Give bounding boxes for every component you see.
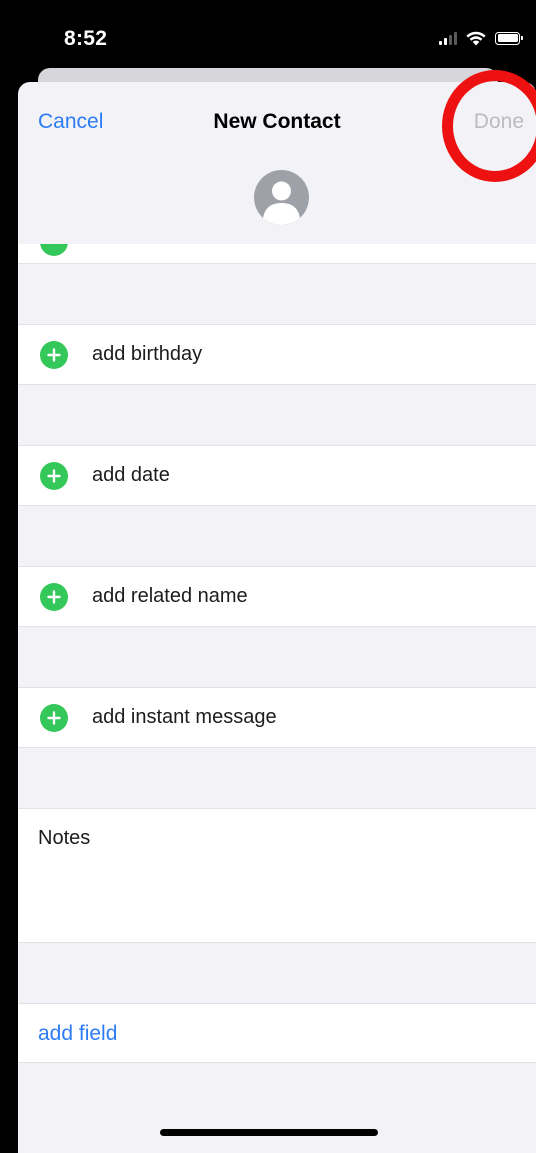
add-instant-message-row[interactable]: add instant message: [18, 687, 536, 748]
add-circle-icon[interactable]: [40, 462, 68, 490]
nav-bar: Cancel New Contact Done: [18, 82, 536, 162]
partial-field-row: [18, 244, 536, 264]
add-circle-icon: [40, 244, 68, 256]
add-birthday-row[interactable]: add birthday: [18, 324, 536, 385]
screen: 8:52 Cancel New Contact Done add birthda…: [0, 0, 536, 1153]
add-date-label: add date: [92, 464, 170, 486]
section-gap: [18, 506, 536, 566]
status-time: 8:52: [64, 27, 108, 50]
add-field-button[interactable]: add field: [38, 1022, 117, 1046]
section-gap: [18, 748, 536, 808]
status-bar: 8:52: [0, 0, 536, 70]
section-gap: [18, 943, 536, 1003]
section-gap: [18, 627, 536, 687]
new-contact-sheet: Cancel New Contact Done add birthday add…: [18, 82, 536, 1153]
home-indicator[interactable]: [160, 1129, 378, 1136]
add-date-row[interactable]: add date: [18, 445, 536, 506]
wifi-icon: [466, 31, 486, 46]
notes-label: Notes: [38, 827, 91, 849]
battery-fill: [497, 34, 518, 42]
section-gap: [18, 264, 536, 324]
person-silhouette-icon: [263, 181, 300, 225]
add-circle-icon[interactable]: [40, 704, 68, 732]
add-field-row[interactable]: add field: [18, 1003, 536, 1063]
contact-avatar[interactable]: [254, 170, 309, 225]
add-birthday-label: add birthday: [92, 343, 203, 365]
signal-icon: [439, 31, 457, 45]
contact-fields-list: add birthday add date add related name a…: [18, 244, 536, 1063]
section-gap: [18, 385, 536, 445]
done-button[interactable]: Done: [474, 110, 524, 134]
notes-field[interactable]: Notes: [18, 808, 536, 943]
status-icons: [439, 30, 523, 46]
add-instant-message-label: add instant message: [92, 706, 277, 728]
battery-icon: [495, 31, 523, 45]
add-circle-icon[interactable]: [40, 583, 68, 611]
add-related-name-label: add related name: [92, 585, 248, 607]
add-circle-icon[interactable]: [40, 341, 68, 369]
page-title: New Contact: [213, 110, 341, 133]
add-related-name-row[interactable]: add related name: [18, 566, 536, 627]
